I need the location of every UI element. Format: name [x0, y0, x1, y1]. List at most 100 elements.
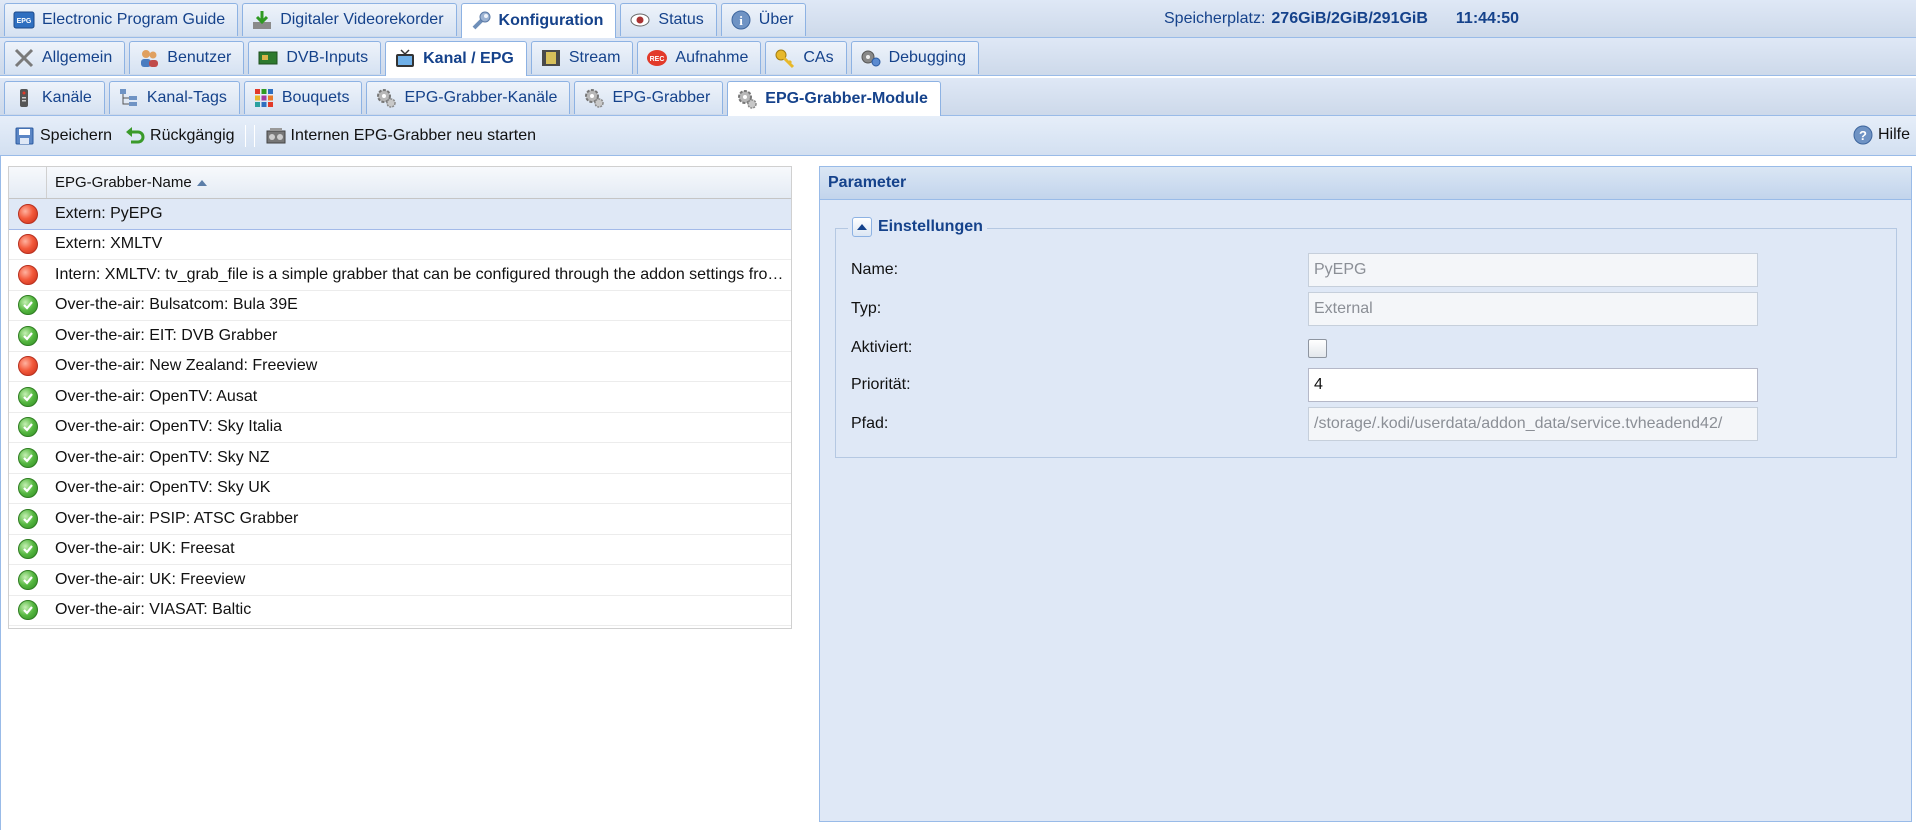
status-cell — [9, 386, 47, 407]
grabber-name: Over-the-air: OpenTV: Sky UK — [55, 479, 271, 497]
table-row[interactable]: Over-the-air: OpenTV: Sky NZ — [9, 443, 791, 474]
tree-icon — [118, 87, 140, 109]
grabber-name: Over-the-air: VIASAT: Baltic — [55, 601, 252, 619]
table-row[interactable]: Over-the-air: EIT: DVB Grabber — [9, 321, 791, 352]
path-field[interactable] — [1308, 407, 1758, 441]
top-tab-status[interactable]: Status — [620, 3, 717, 36]
field-row-type: Typ: — [851, 292, 1758, 326]
status-cell — [9, 478, 47, 499]
table-row[interactable]: Intern: XMLTV: tv_grab_file is a simple … — [9, 260, 791, 291]
config-tab-dvb-inputs[interactable]: DVB-Inputs — [248, 41, 382, 74]
card-icon — [257, 47, 279, 69]
grabber-name: Over-the-air: EIT: DVB Grabber — [55, 326, 278, 344]
channel-tab-epg-grabber-module[interactable]: EPG-Grabber-Module — [727, 81, 941, 116]
name-field[interactable] — [1308, 253, 1758, 287]
svg-text:EPG: EPG — [17, 18, 32, 25]
channel-tab-kanäle[interactable]: Kanäle — [4, 81, 105, 114]
top-tab-electronic-program-guide[interactable]: EPG Electronic Program Guide — [4, 3, 239, 36]
svg-text:?: ? — [1859, 128, 1867, 143]
table-row[interactable]: Over-the-air: UK: Freeview — [9, 565, 791, 596]
grid-color-icon — [253, 87, 275, 109]
name-column-label: EPG-Grabber-Name — [55, 174, 192, 191]
table-row[interactable]: Over-the-air: VIASAT: Baltic — [9, 596, 791, 626]
priority-field[interactable] — [1308, 368, 1758, 402]
channel-tab-epg-grabber[interactable]: EPG-Grabber — [574, 81, 724, 114]
table-row[interactable]: Over-the-air: UK: Freesat — [9, 535, 791, 565]
save-label: Speichern — [40, 126, 113, 144]
grabber-name: Over-the-air: UK: Freesat — [55, 540, 235, 558]
table-row[interactable]: Over-the-air: PSIP: ATSC Grabber — [9, 504, 791, 535]
table-row[interactable]: Over-the-air: OpenTV: Sky UK — [9, 474, 791, 504]
save-button[interactable]: Speichern — [8, 125, 118, 147]
status-cell — [9, 234, 47, 255]
tab-label: Kanal-Tags — [146, 89, 227, 106]
collapse-button[interactable] — [852, 217, 872, 237]
table-row[interactable]: Over-the-air: OpenTV: Sky Italia — [9, 413, 791, 443]
table-row[interactable]: Extern: XMLTV — [9, 230, 791, 260]
film-icon — [540, 47, 562, 69]
tab-label: Debugging — [888, 49, 966, 66]
epg-grabber-grid: EPG-Grabber-Name Extern: PyEPG Extern: XM… — [8, 166, 792, 629]
table-row[interactable]: Over-the-air: OpenTV: Ausat — [9, 382, 791, 413]
config-tab-benutzer[interactable]: Benutzer — [129, 41, 245, 74]
enabled-check-icon — [18, 478, 38, 499]
enabled-check-icon — [18, 325, 38, 346]
top-tab-konfiguration[interactable]: Konfiguration — [460, 3, 617, 38]
table-row[interactable]: Over-the-air: New Zealand: Freeview — [9, 352, 791, 382]
type-label: Typ: — [851, 300, 882, 317]
config-tab-debugging[interactable]: Debugging — [850, 41, 979, 74]
config-tab-cas[interactable]: CAs — [765, 41, 847, 74]
tab-label: Konfiguration — [498, 12, 604, 29]
sort-ascending-icon — [196, 179, 207, 186]
cog-icon — [583, 87, 605, 109]
panel-title: Parameter — [820, 167, 1911, 200]
undo-button[interactable]: Rückgängig — [118, 125, 241, 147]
key-icon — [774, 47, 796, 69]
undo-label: Rückgängig — [150, 126, 235, 144]
channel-tab-bouquets[interactable]: Bouquets — [243, 81, 363, 114]
top-tab-über[interactable]: i Über — [720, 3, 807, 36]
restart-label: Internen EPG-Grabber neu starten — [290, 126, 537, 144]
name-column-header[interactable]: EPG-Grabber-Name — [47, 174, 207, 191]
toolbar-separator — [253, 124, 255, 147]
status-cell — [9, 356, 47, 377]
enabled-checkbox[interactable] — [1308, 338, 1327, 358]
grid-body: Extern: PyEPG Extern: XMLTV Intern: XMLTV:… — [9, 199, 791, 626]
config-tab-allgemein[interactable]: Allgemein — [4, 41, 126, 74]
enabled-check-icon — [18, 600, 38, 621]
table-row[interactable]: Extern: PyEPG — [9, 199, 791, 230]
settings-fieldset: Einstellungen Name: Typ: Aktiviert: Prio… — [835, 217, 1897, 458]
type-field[interactable] — [1308, 292, 1758, 326]
svg-text:i: i — [739, 13, 743, 28]
tv-icon — [394, 48, 416, 70]
channel-tab-kanal-tags[interactable]: Kanal-Tags — [108, 81, 240, 114]
help-label: Hilfe — [1877, 126, 1910, 143]
help-button[interactable]: ? Hilfe — [1852, 124, 1910, 146]
grabber-name: Over-the-air: PSIP: ATSC Grabber — [55, 509, 299, 527]
config-tab-stream[interactable]: Stream — [530, 41, 634, 74]
enabled-label: Aktiviert: — [851, 339, 913, 356]
tab-label: DVB-Inputs — [286, 49, 369, 66]
channel-tab-epg-grabber-kanäle[interactable]: EPG-Grabber-Kanäle — [366, 81, 571, 114]
status-cell — [9, 295, 47, 316]
tab-label: Bouquets — [281, 89, 350, 106]
status-cell — [9, 203, 47, 224]
enabled-check-icon — [18, 539, 38, 560]
tab-label: Digitaler Videorekorder — [280, 11, 444, 28]
restart-epg-grabber-button[interactable]: Internen EPG-Grabber neu starten — [259, 125, 542, 147]
users-icon — [138, 47, 160, 69]
enabled-check-icon — [18, 417, 38, 438]
enabled-check-icon — [18, 508, 38, 529]
tab-label: Electronic Program Guide — [42, 11, 226, 28]
top-tab-digitaler-videorekorder[interactable]: Digitaler Videorekorder — [242, 3, 457, 36]
cog-icon — [375, 87, 397, 109]
status-cell — [9, 447, 47, 468]
config-tab-aufnahme[interactable]: REC Aufnahme — [637, 41, 762, 74]
cog-icon — [736, 88, 758, 110]
grabber-name: Extern: PyEPG — [55, 204, 163, 222]
help-icon: ? — [1852, 124, 1874, 146]
config-tab-kanal-epg[interactable]: Kanal / EPG — [385, 41, 527, 76]
disabled-status-icon — [18, 203, 38, 224]
table-row[interactable]: Over-the-air: Bulsatcom: Bula 39E — [9, 291, 791, 321]
tab-label: Stream — [568, 49, 621, 66]
